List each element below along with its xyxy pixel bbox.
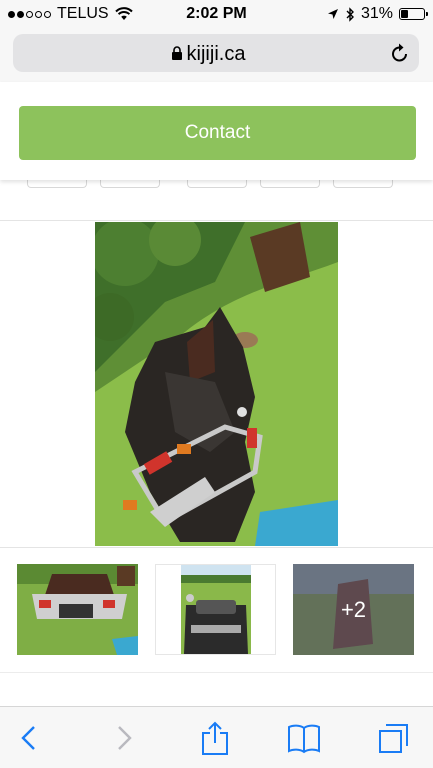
divider — [0, 672, 433, 673]
url-text: kijiji.ca — [186, 43, 246, 65]
bookmarks-icon[interactable] — [287, 721, 321, 755]
divider — [0, 547, 433, 548]
more-photos-count: +2 — [293, 564, 414, 655]
thumbnail-3-more[interactable]: +2 — [293, 564, 414, 655]
bluetooth-icon — [346, 6, 354, 22]
battery-icon — [399, 8, 428, 20]
tabs-icon[interactable] — [377, 721, 411, 755]
thumbnail-2[interactable] — [155, 564, 276, 655]
contact-bar: Contact — [0, 82, 433, 180]
listing-main-photo[interactable] — [95, 222, 338, 546]
battery-percentage: 31% — [360, 5, 393, 22]
browser-toolbar — [0, 706, 433, 768]
browser-address-area: kijiji.ca — [0, 30, 433, 82]
status-bar: TELUS 2:02 PM 31% — [0, 0, 433, 30]
share-icon[interactable] — [198, 721, 232, 755]
address-bar[interactable]: kijiji.ca — [13, 34, 419, 72]
divider — [0, 220, 433, 221]
contact-button[interactable]: Contact — [19, 106, 416, 160]
back-icon[interactable] — [12, 721, 46, 755]
forward-icon[interactable] — [107, 721, 141, 755]
reload-icon[interactable] — [390, 42, 410, 64]
page-content: Contact +2 — [0, 82, 433, 706]
location-arrow-icon — [327, 9, 338, 19]
thumbnail-1[interactable] — [17, 564, 138, 655]
hidden-tab-row — [0, 180, 433, 190]
